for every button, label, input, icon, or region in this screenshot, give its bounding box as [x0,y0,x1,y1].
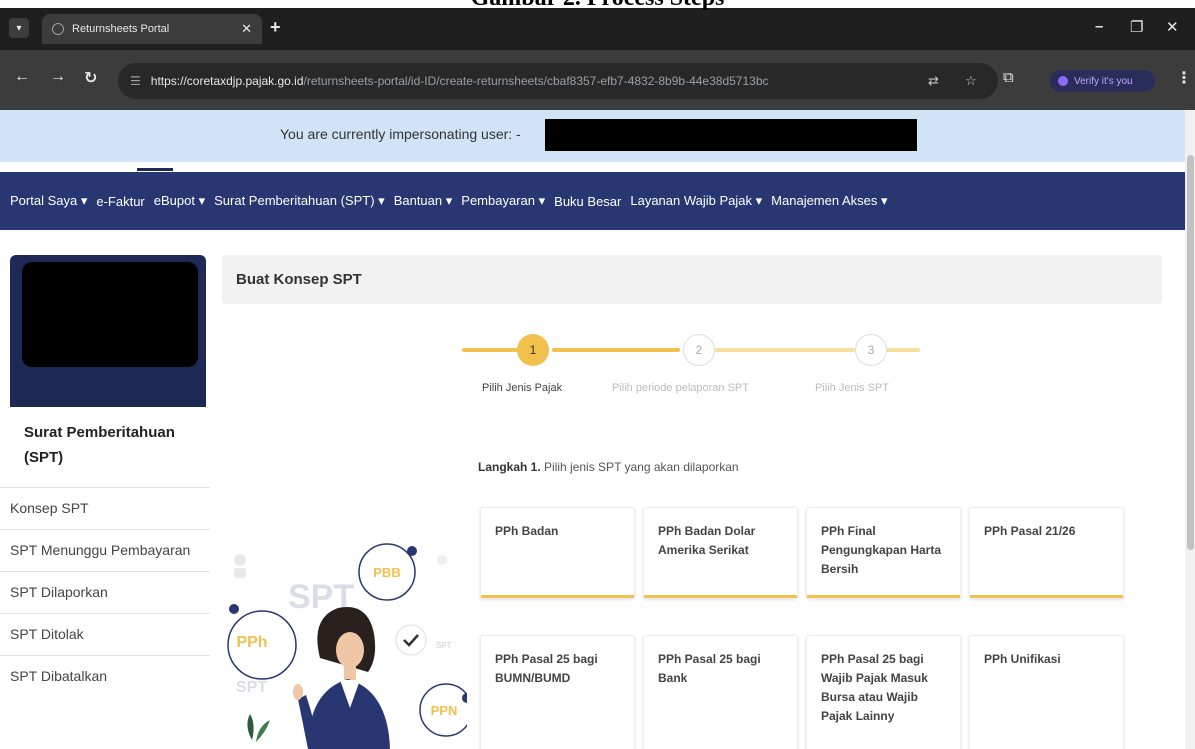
nav-layanan-wajib-pajak[interactable]: Layanan Wajib Pajak ▾ [630,193,762,209]
card-pph-pasal-25-bank[interactable]: PPh Pasal 25 bagi Bank [643,635,798,749]
step-instruction: Langkah 1. Pilih jenis SPT yang akan dil… [478,460,739,474]
screen: Gambar 2. Process Steps ▾ Returnsheets P… [0,0,1195,749]
pph-bubble: PPh [236,634,267,651]
browser-tab-bar: ▾ Returnsheets Portal ✕ + – ❐ ✕ [0,8,1195,50]
card-pph-badan[interactable]: PPh Badan [480,507,635,599]
reload-icon[interactable]: ↻ [84,68,97,88]
card-pph-pasal-25-bumn[interactable]: PPh Pasal 25 bagi BUMN/BUMD [480,635,635,749]
verify-label: Verify it's you [1074,75,1133,87]
url-host: https://coretaxdjp.pajak.go.id [150,74,304,88]
nav-buku-besar[interactable]: Buku Besar [554,194,621,209]
page-title: Buat Konsep SPT [236,271,362,288]
header-strip [0,162,1185,172]
chevron-down-icon: ▾ [755,193,763,208]
step-connector [885,348,920,352]
card-pph-final[interactable]: PPh Final Pengungkapan Harta Bersih [806,507,961,599]
favicon-icon [52,23,64,35]
verify-button[interactable]: Verify it's you [1050,70,1155,92]
nav-bantuan[interactable]: Bantuan ▾ [394,193,453,209]
redacted-profile [22,262,198,367]
content-header: Buat Konsep SPT [222,255,1162,304]
redacted-username [545,119,917,151]
site-info-icon[interactable]: ☰ [130,74,141,88]
browser-tab[interactable]: Returnsheets Portal ✕ [42,14,262,44]
restore-icon[interactable]: ❐ [1130,18,1143,36]
chevron-down-icon: ▾ [881,193,888,208]
nav-e-faktur[interactable]: e-Faktur [96,194,144,209]
banner-text: You are currently impersonating user: - [280,126,521,142]
translate-icon[interactable]: ⇄ [928,73,939,89]
close-window-icon[interactable]: ✕ [1166,18,1179,36]
sidebar-item-spt-dilaporkan[interactable]: SPT Dilaporkan [0,571,210,613]
card-accent-bar [807,595,960,598]
step-2-label: Pilih periode pelaporan SPT [612,382,749,394]
card-pph-unifikasi[interactable]: PPh Unifikasi [969,635,1124,749]
sidebar-menu: Konsep SPT SPT Menunggu Pembayaran SPT D… [0,487,210,697]
bookmark-star-icon[interactable]: ☆ [965,73,977,89]
new-tab-icon[interactable]: + [270,17,281,38]
chevron-down-icon: ▾ [198,193,206,208]
chevron-down-icon: ▾ [80,193,88,208]
spt-small-text: SPT [236,679,267,696]
sidebar-item-konsep-spt[interactable]: Konsep SPT [0,487,210,529]
step-1-label: Pilih Jenis Pajak [482,382,563,394]
close-icon[interactable]: ✕ [241,21,252,37]
card-pph-pasal-21-26[interactable]: PPh Pasal 21/26 [969,507,1124,599]
instruction-text: Pilih jenis SPT yang akan dilaporkan [544,460,739,474]
card-accent-bar [481,595,634,598]
extensions-icon[interactable]: ⧉ [1003,69,1014,86]
minimize-icon[interactable]: – [1095,18,1103,35]
card-accent-bar [644,595,797,598]
scrollbar-thumb[interactable] [1187,155,1194,550]
spt-illustration: SPT SPT SPT PBB PPh PPN [227,543,467,749]
step-3-circle[interactable]: 3 [855,334,887,366]
nav-manajemen-akses[interactable]: Manajemen Akses ▾ [771,193,887,209]
sidebar-item-spt-dibatalkan[interactable]: SPT Dibatalkan [0,655,210,697]
profile-dot-icon [1058,76,1068,86]
sidebar-item-spt-menunggu-pembayaran[interactable]: SPT Menunggu Pembayaran [0,529,210,571]
card-pph-badan-dolar[interactable]: PPh Badan Dolar Amerika Serikat [643,507,798,599]
forward-icon[interactable]: → [50,68,66,86]
pbb-bubble: PBB [373,565,400,580]
step-2-circle[interactable]: 2 [683,334,715,366]
tab-title: Returnsheets Portal [72,23,170,35]
browser-toolbar: ← → ↻ ☰ https://coretaxdjp.pajak.go.id /… [0,50,1195,110]
chevron-down-icon: ▾ [16,22,22,34]
card-accent-bar [970,595,1123,598]
logo-fragment [137,168,173,171]
tab-search-button[interactable]: ▾ [9,18,29,38]
step-1-circle[interactable]: 1 [517,334,549,366]
back-icon[interactable]: ← [14,68,30,86]
chevron-down-icon: ▾ [538,193,546,208]
sidebar-title: Surat Pemberitahuan (SPT) [24,424,175,466]
nav-ebupot[interactable]: eBupot ▾ [154,193,205,209]
chevron-down-icon: ▾ [378,193,385,208]
impersonation-banner: You are currently impersonating user: - [0,110,1185,162]
step-connector [715,348,855,352]
nav-portal-saya[interactable]: Portal Saya ▾ [10,193,87,209]
browser-menu-icon[interactable]: ⋮ [1176,68,1192,88]
sidebar-item-spt-ditolak[interactable]: SPT Ditolak [0,613,210,655]
document-caption: Gambar 2. Process Steps [0,0,1195,10]
chevron-down-icon: ▾ [445,193,453,208]
card-pph-pasal-25-wajib-pajak[interactable]: PPh Pasal 25 bagi Wajib Pajak Masuk Burs… [806,635,961,749]
step-connector [552,348,680,352]
main-navigation: Portal Saya ▾ e-Faktur eBupot ▾ Surat Pe… [0,172,1185,230]
spt-tiny-text: SPT [436,641,452,650]
ppn-bubble: PPN [431,703,458,718]
instruction-step: Langkah 1. [478,460,541,474]
nav-pembayaran[interactable]: Pembayaran ▾ [461,193,545,209]
url-path: /returnsheets-portal/id-ID/create-return… [303,74,769,88]
step-3-label: Pilih Jenis SPT [815,382,889,394]
nav-surat-pemberitahuan[interactable]: Surat Pemberitahuan (SPT) ▾ [214,193,385,209]
address-bar[interactable]: ☰ https://coretaxdjp.pajak.go.id /return… [118,63,998,99]
